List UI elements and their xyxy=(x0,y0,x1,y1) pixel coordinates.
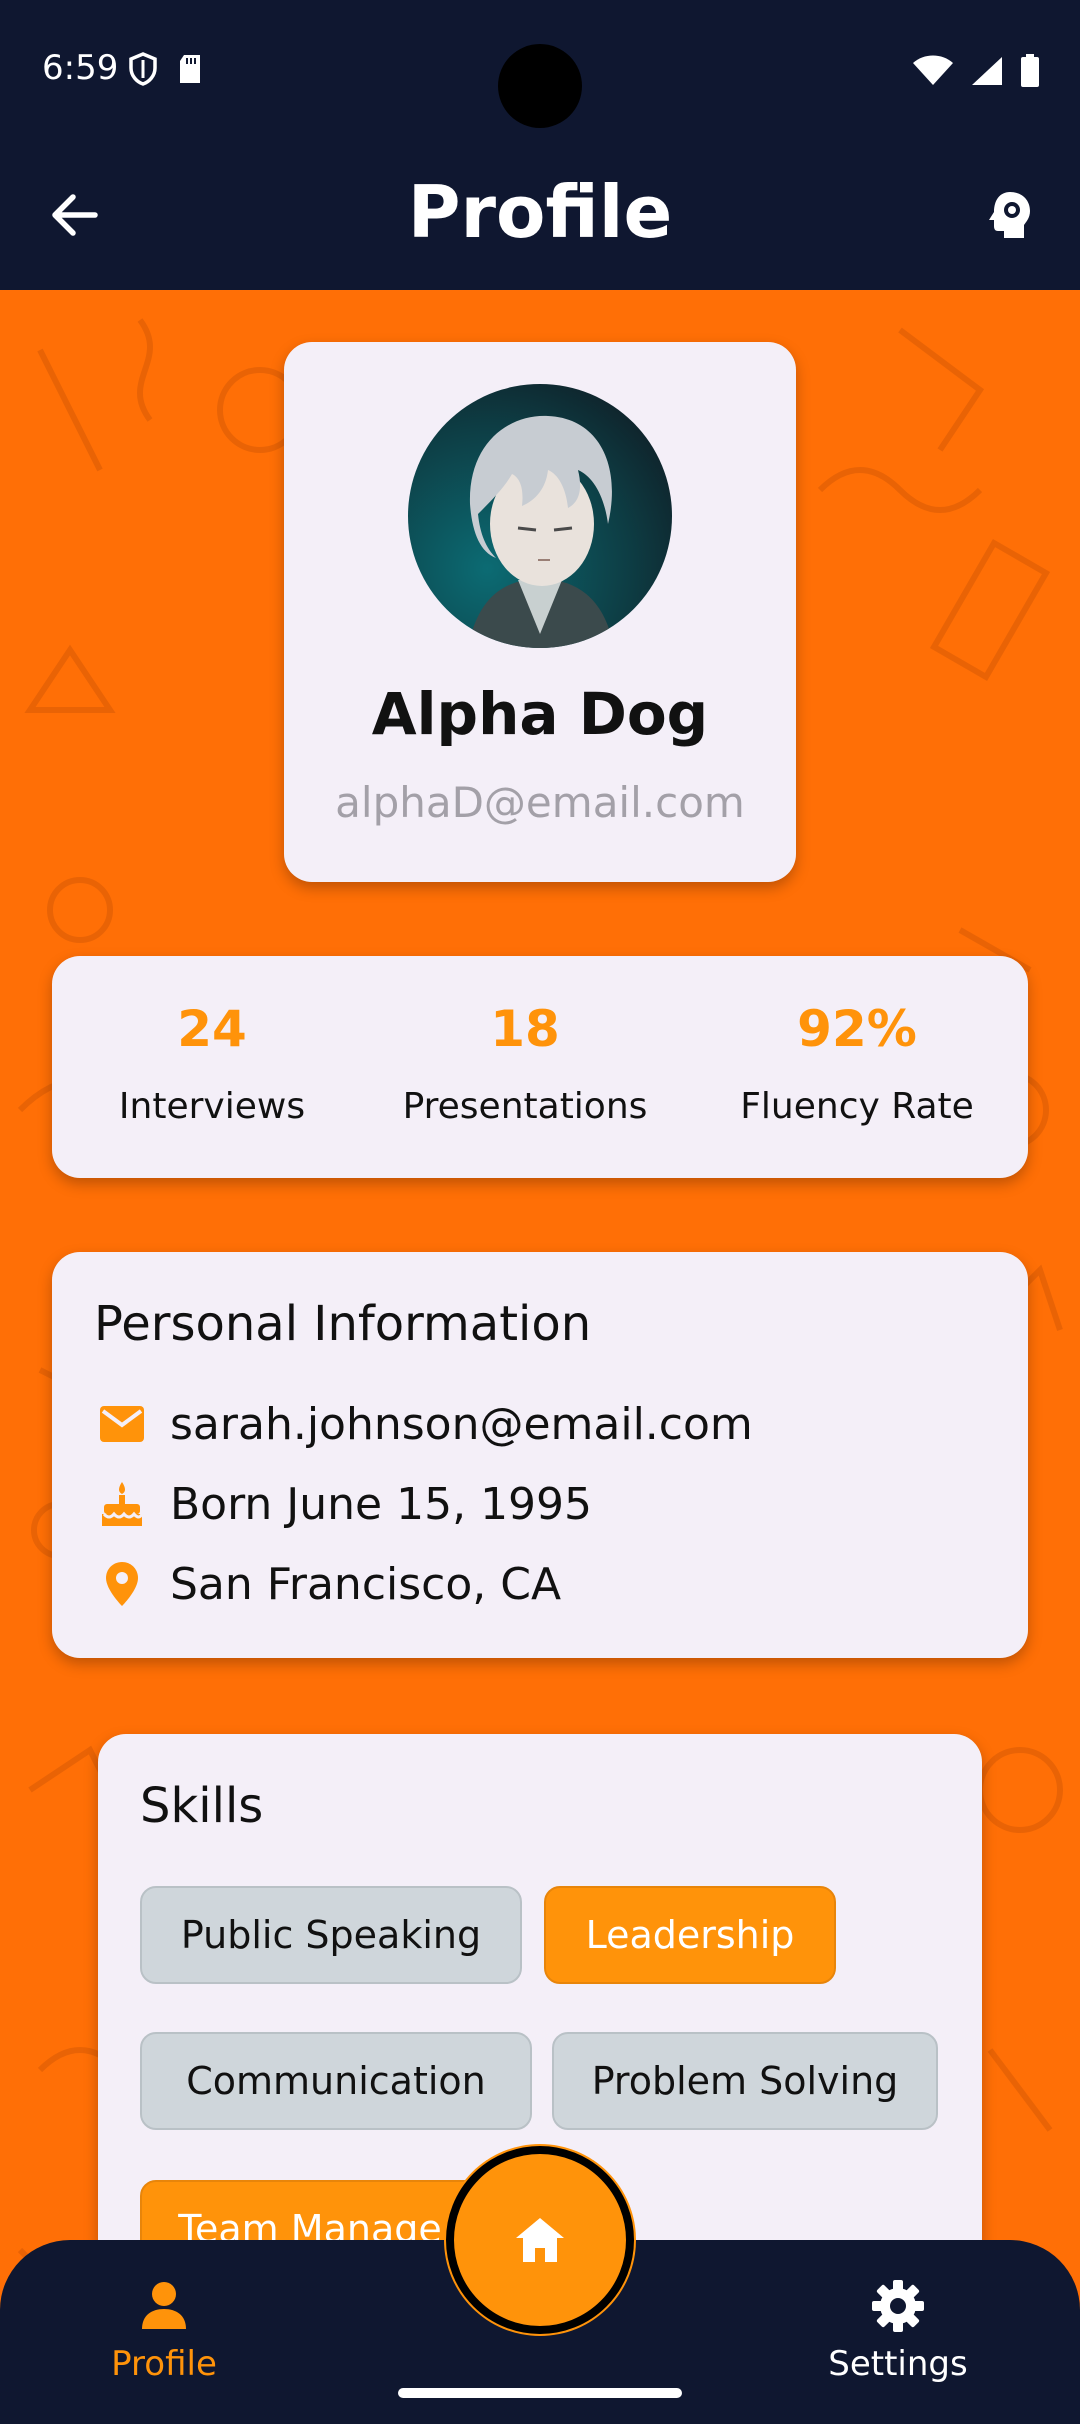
home-icon xyxy=(516,2218,564,2262)
sd-card-icon xyxy=(180,55,200,83)
skill-chip[interactable]: Public Speaking xyxy=(140,1886,522,1984)
profile-card: Alpha Dog alphaD@email.com xyxy=(284,342,796,882)
person-icon xyxy=(64,2274,264,2338)
gear-icon xyxy=(798,2274,998,2338)
cake-icon xyxy=(94,1476,150,1532)
info-row-location: San Francisco, CA xyxy=(94,1554,561,1614)
head-lightbulb-icon xyxy=(989,192,1030,238)
personal-info-card: Personal Information sarah.johnson@email… xyxy=(52,1252,1028,1658)
profile-name: Alpha Dog xyxy=(371,680,709,748)
info-email: sarah.johnson@email.com xyxy=(170,1398,753,1450)
top-app-bar: 6:59 Profile xyxy=(0,0,1080,290)
nav-profile[interactable]: Profile xyxy=(64,2274,264,2384)
shield-icon xyxy=(129,52,157,86)
skill-chip[interactable]: Communication xyxy=(140,2032,532,2130)
personal-info-title: Personal Information xyxy=(94,1296,592,1352)
wifi-icon xyxy=(913,55,953,85)
info-row-email: sarah.johnson@email.com xyxy=(94,1394,753,1454)
skill-chip[interactable]: Problem Solving xyxy=(552,2032,938,2130)
nav-settings[interactable]: Settings xyxy=(798,2274,998,2384)
location-pin-icon xyxy=(94,1556,150,1612)
email-icon xyxy=(94,1396,150,1452)
status-left-icons xyxy=(128,52,204,86)
avatar-image xyxy=(408,384,672,648)
stat-label: Interviews xyxy=(118,1086,306,1127)
status-time: 6:59 xyxy=(42,48,119,88)
info-row-birthday: Born June 15, 1995 xyxy=(94,1474,592,1534)
gesture-navigation-bar[interactable] xyxy=(398,2388,682,2398)
info-location: San Francisco, CA xyxy=(170,1558,562,1610)
nav-profile-label: Profile xyxy=(111,2344,217,2384)
stat-value: 92% xyxy=(797,1000,917,1058)
stat-value: 24 xyxy=(177,1000,247,1058)
stat-value: 18 xyxy=(490,1000,560,1058)
signal-icon xyxy=(972,57,1002,85)
profile-email: alphaD@email.com xyxy=(335,778,745,827)
camera-cutout xyxy=(498,44,582,128)
stat-presentations: 18 Presentations xyxy=(370,956,680,1178)
skill-chip[interactable]: Leadership xyxy=(544,1886,836,1984)
page-title: Profile xyxy=(407,170,673,254)
stat-label: Presentations xyxy=(402,1086,648,1127)
stats-card: 24 Interviews 18 Presentations 92% Fluen… xyxy=(52,956,1028,1178)
stat-label: Fluency Rate xyxy=(740,1086,974,1127)
app-screen: 6:59 Profile Alpha Dog alphaD@email.com … xyxy=(0,0,1080,2424)
battery-icon xyxy=(1021,54,1039,87)
nav-settings-label: Settings xyxy=(828,2344,968,2384)
home-button[interactable] xyxy=(446,2146,634,2334)
stat-interviews: 24 Interviews xyxy=(92,956,332,1178)
info-birthday: Born June 15, 1995 xyxy=(170,1478,593,1530)
tips-button[interactable] xyxy=(974,180,1044,250)
skills-title: Skills xyxy=(140,1778,264,1834)
avatar[interactable] xyxy=(408,384,672,648)
status-right-icons xyxy=(912,54,1040,88)
stat-fluency-rate: 92% Fluency Rate xyxy=(712,956,1002,1178)
